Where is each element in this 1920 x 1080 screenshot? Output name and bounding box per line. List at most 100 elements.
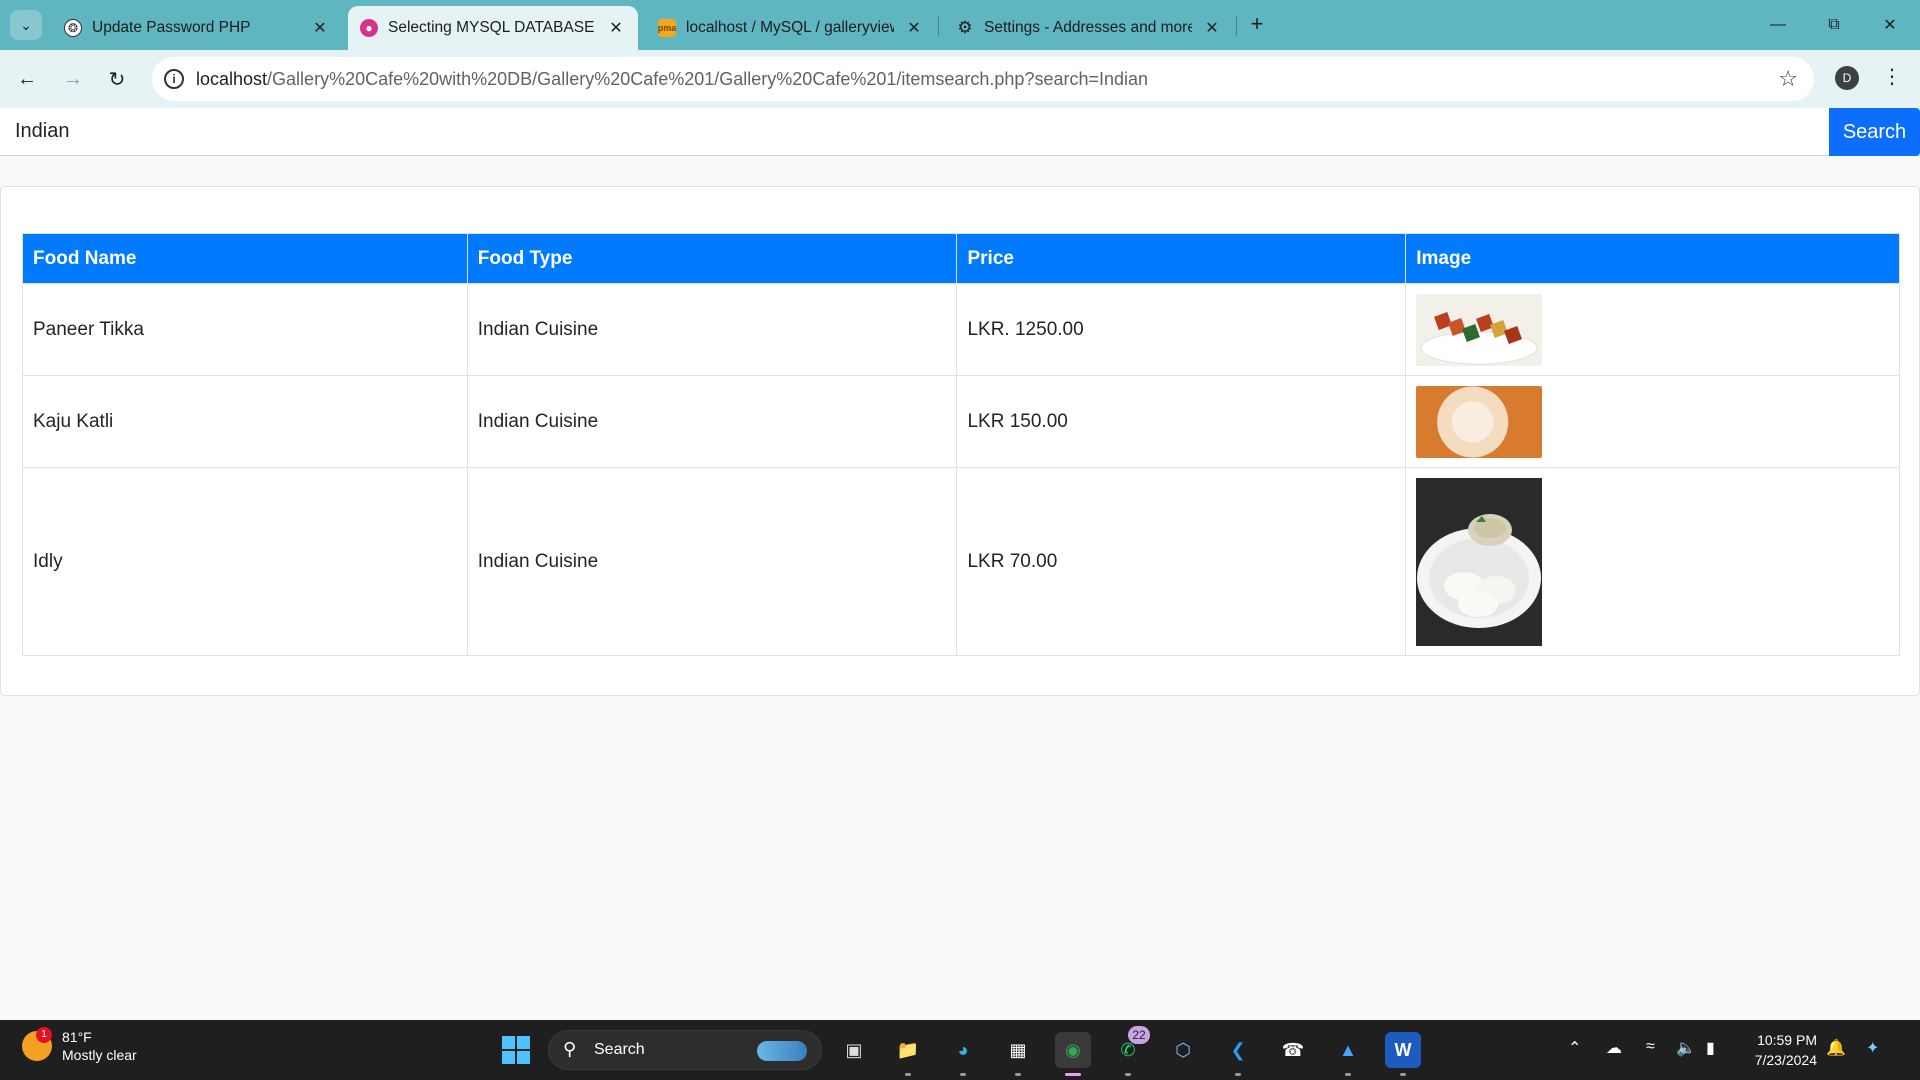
app-icon[interactable]: ▲: [1330, 1032, 1366, 1068]
paneer-tikka-image: [1416, 293, 1543, 366]
search-form: Search: [0, 108, 1920, 156]
site-info-icon[interactable]: i: [164, 69, 184, 89]
weather-description: Mostly clear: [62, 1047, 137, 1063]
phpmyadmin-icon: pma: [658, 19, 676, 37]
food-name-cell: Idly: [22, 467, 468, 656]
tab-phpmyadmin[interactable]: pma localhost / MySQL / galleryview ✕: [646, 6, 936, 50]
tab-title: localhost / MySQL / galleryview: [686, 19, 894, 36]
tab-separator: [1236, 16, 1237, 36]
clock-time: 10:59 PM: [1757, 1032, 1817, 1048]
search-input[interactable]: [0, 108, 1829, 155]
column-header-price: Price: [956, 233, 1407, 284]
table-row: Idly Indian Cuisine LKR 70.00: [22, 467, 1900, 656]
close-tab-icon[interactable]: ✕: [606, 18, 626, 38]
tab-selecting-mysql[interactable]: ● Selecting MYSQL DATABASE (G ✕: [348, 6, 638, 50]
column-header-food-type: Food Type: [466, 233, 958, 284]
weather-temperature: 81°F: [62, 1029, 92, 1045]
browser-tabstrip: ⌄ ❂ Update Password PHP ✕ ● Selecting MY…: [0, 0, 1920, 50]
results-card: Food Name Food Type Price Image Paneer T…: [0, 186, 1920, 696]
wifi-icon[interactable]: ≈: [1646, 1038, 1655, 1056]
table-row: Kaju Katli Indian Cuisine LKR 150.00: [22, 375, 1900, 468]
running-indicator: [960, 1073, 966, 1076]
column-header-image: Image: [1405, 233, 1900, 284]
tab-update-password[interactable]: ❂ Update Password PHP ✕: [52, 6, 342, 50]
image-cell: [1405, 283, 1900, 376]
running-indicator: [1400, 1073, 1406, 1076]
search-highlight-art: [757, 1041, 807, 1061]
taskbar-search-label: Search: [594, 1041, 645, 1058]
reload-icon[interactable]: ↻: [100, 62, 134, 96]
restore-icon[interactable]: ⧉: [1814, 8, 1854, 42]
page-content: Search Food Name Food Type Price Image P…: [0, 108, 1920, 1020]
idly-image: [1416, 477, 1543, 646]
close-tab-icon[interactable]: ✕: [310, 18, 330, 38]
price-cell: LKR. 1250.00: [956, 283, 1407, 376]
tab-settings[interactable]: ⚙ Settings - Addresses and more ✕: [944, 6, 1234, 50]
column-header-food-name: Food Name: [22, 233, 468, 284]
chatgpt-icon: ❂: [64, 19, 82, 37]
close-window-icon[interactable]: ✕: [1870, 8, 1910, 42]
tab-title: Update Password PHP: [92, 19, 251, 36]
url-path: /Gallery%20Cafe%20with%20DB/Gallery%20Ca…: [267, 69, 1149, 89]
food-type-cell: Indian Cuisine: [466, 375, 958, 468]
table-row: Paneer Tikka Indian Cuisine LKR. 1250.00: [22, 283, 1900, 376]
close-tab-icon[interactable]: ✕: [1202, 18, 1222, 38]
volume-icon[interactable]: 🔈: [1676, 1038, 1696, 1058]
profile-avatar[interactable]: D: [1835, 66, 1859, 90]
weather-widget[interactable]: 1 81°F Mostly clear: [22, 1027, 137, 1064]
food-type-cell: Indian Cuisine: [466, 283, 958, 376]
copilot-icon[interactable]: ✦: [1866, 1038, 1879, 1058]
price-cell: LKR 150.00: [956, 375, 1407, 468]
clock-date: 7/23/2024: [1754, 1052, 1817, 1068]
notification-bell-icon[interactable]: 🔔: [1826, 1038, 1846, 1058]
chevron-up-icon[interactable]: ⌃: [1568, 1038, 1581, 1058]
running-indicator: [1345, 1073, 1351, 1076]
claude-icon: ●: [360, 19, 378, 37]
file-explorer-icon[interactable]: 📁: [890, 1032, 926, 1068]
chrome-icon[interactable]: ◉: [1055, 1032, 1091, 1068]
search-icon: ⚲: [563, 1039, 577, 1059]
running-indicator: [905, 1073, 911, 1076]
weather-moon-icon: 1: [22, 1027, 52, 1061]
browser-toolbar: ← → ↻ i localhost/Gallery%20Cafe%20with%…: [0, 50, 1920, 108]
new-tab-button[interactable]: +: [1244, 12, 1270, 38]
url-text[interactable]: localhost/Gallery%20Cafe%20with%20DB/Gal…: [196, 69, 1148, 90]
more-menu-icon[interactable]: ⋮: [1882, 64, 1902, 89]
kaju-katli-image: [1416, 385, 1543, 458]
tab-separator: [938, 16, 939, 36]
taskbar-clock[interactable]: 10:59 PM 7/23/2024: [1745, 1030, 1817, 1070]
search-button[interactable]: Search: [1829, 108, 1920, 156]
battery-icon[interactable]: ▮: [1706, 1038, 1715, 1058]
results-table: Food Name Food Type Price Image Paneer T…: [22, 233, 1900, 656]
task-view-icon[interactable]: ▣: [836, 1032, 872, 1068]
image-cell: [1405, 375, 1900, 468]
close-tab-icon[interactable]: ✕: [904, 18, 924, 38]
food-name-cell: Paneer Tikka: [22, 283, 468, 376]
virtualbox-icon[interactable]: ⬡: [1165, 1032, 1201, 1068]
notification-badge: 22: [1128, 1026, 1150, 1044]
tab-title: Settings - Addresses and more: [984, 19, 1192, 36]
word-icon[interactable]: W: [1385, 1032, 1421, 1068]
onedrive-icon[interactable]: ☁: [1606, 1038, 1622, 1058]
taskbar-search[interactable]: ⚲ Search: [548, 1030, 822, 1070]
start-button[interactable]: [502, 1036, 530, 1064]
minimize-icon[interactable]: —: [1758, 8, 1798, 42]
vscode-icon[interactable]: ❮: [1220, 1032, 1256, 1068]
microsoft-store-icon[interactable]: ▦: [1000, 1032, 1036, 1068]
weather-badge: 1: [36, 1027, 52, 1043]
running-indicator: [1235, 1073, 1241, 1076]
price-cell: LKR 70.00: [956, 467, 1407, 656]
table-header-row: Food Name Food Type Price Image: [22, 233, 1900, 284]
address-bar[interactable]: i localhost/Gallery%20Cafe%20with%20DB/G…: [152, 57, 1814, 101]
gear-icon: ⚙: [957, 18, 973, 37]
windows-taskbar: 1 81°F Mostly clear ⚲ Search ▣ 📁 ◕ ▦ ◉ ✆…: [0, 1020, 1920, 1080]
url-host: localhost: [196, 69, 268, 89]
tab-search-dropdown-icon[interactable]: ⌄: [10, 10, 42, 40]
bookmark-star-icon[interactable]: ☆: [1778, 66, 1798, 92]
tab-title: Selecting MYSQL DATABASE (G: [388, 19, 596, 36]
edge-icon[interactable]: ◕: [945, 1032, 981, 1068]
whatsapp-icon[interactable]: ☎: [1275, 1032, 1311, 1068]
back-arrow-icon[interactable]: ←: [10, 62, 44, 96]
forward-arrow-icon[interactable]: →: [56, 62, 90, 96]
food-name-cell: Kaju Katli: [22, 375, 468, 468]
